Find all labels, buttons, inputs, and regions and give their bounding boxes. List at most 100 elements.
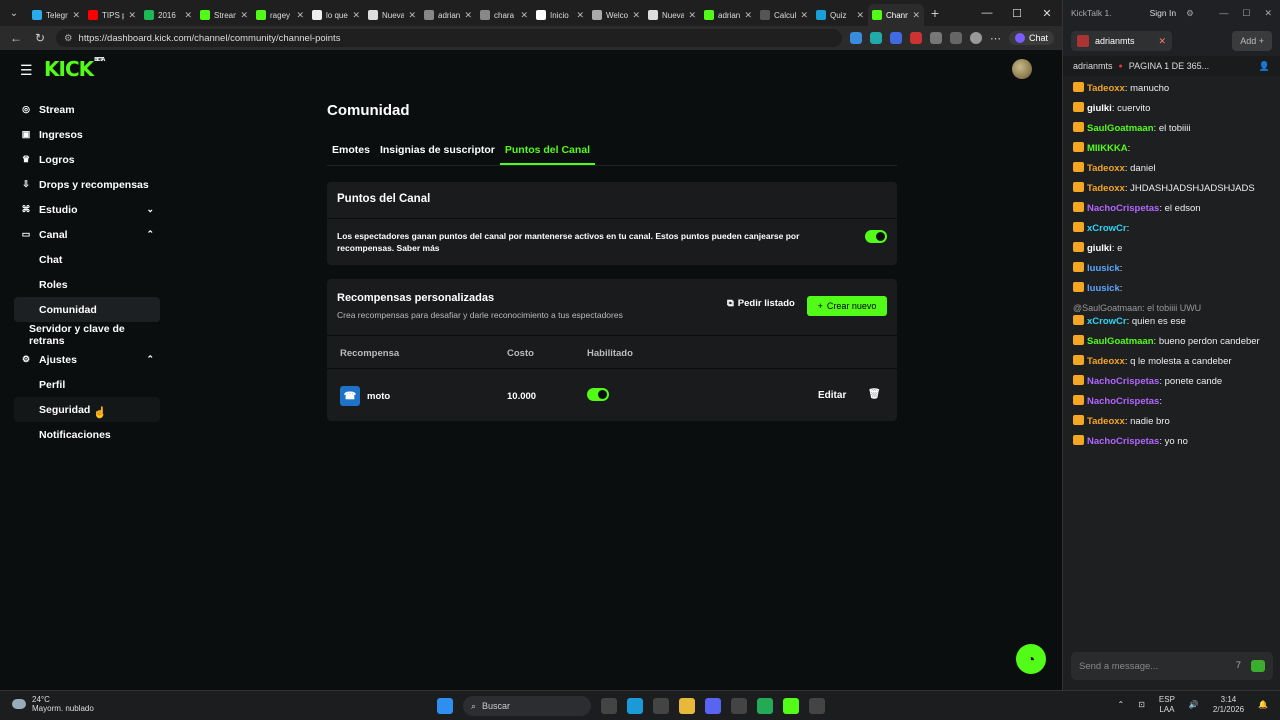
browser-tab[interactable]: chara ✕ <box>476 4 532 26</box>
tab-search-icon[interactable]: ⌄ <box>0 0 28 26</box>
minimize-icon[interactable]: — <box>972 7 1002 19</box>
kick-app-icon[interactable] <box>783 698 799 714</box>
close-tab-icon[interactable]: ✕ <box>1159 36 1167 47</box>
taskbar-search[interactable]: ⌕ Buscar <box>463 696 591 716</box>
sidebar-item-seguridad[interactable]: Seguridad <box>14 397 160 422</box>
windows-start-icon[interactable] <box>437 698 453 714</box>
reload-icon[interactable]: ↻ <box>32 31 48 45</box>
tab-close-icon[interactable]: ✕ <box>72 10 80 21</box>
chat-username[interactable]: xCrowCr <box>1087 223 1127 234</box>
chrome-icon[interactable] <box>731 698 747 714</box>
tab-close-icon[interactable]: ✕ <box>632 10 640 21</box>
sidebar-item-comunidad[interactable]: Comunidad <box>14 297 160 322</box>
notification-bell-icon[interactable]: 🔔 <box>1258 700 1268 710</box>
chat-username[interactable]: giulki <box>1087 103 1112 114</box>
browser-tab[interactable]: Welco ✕ <box>588 4 644 26</box>
volume-icon[interactable]: 🔊 <box>1189 700 1199 710</box>
tab-close-icon[interactable]: ✕ <box>128 10 136 21</box>
tab-close-icon[interactable]: ✕ <box>744 10 752 21</box>
network-icon[interactable]: ⊡ <box>1138 700 1145 710</box>
minimize-icon[interactable]: — <box>1219 8 1228 19</box>
user-avatar[interactable] <box>1012 59 1032 79</box>
chat-username[interactable]: Tadeoxx <box>1087 163 1125 174</box>
chat-username[interactable]: luusick <box>1087 263 1120 274</box>
chat-username[interactable]: MIIKKKA <box>1087 143 1128 154</box>
sidebar-item-chat[interactable]: Chat <box>14 247 160 272</box>
copilot-chat-button[interactable]: Chat <box>1008 31 1054 45</box>
tab-emotes[interactable]: Emotes <box>327 142 375 165</box>
browser-tab[interactable]: Chann ✕ <box>868 4 924 26</box>
browser-tab[interactable]: ragey ✕ <box>252 4 308 26</box>
chat-username[interactable]: NachoCrispetas <box>1087 203 1159 214</box>
extension-icon[interactable] <box>929 32 942 44</box>
tab-close-icon[interactable]: ✕ <box>240 10 248 21</box>
tab-close-icon[interactable]: ✕ <box>520 10 528 21</box>
site-info-icon[interactable]: ⚙ <box>64 33 73 44</box>
browser-tab[interactable]: Stream ✕ <box>196 4 252 26</box>
sidebar-item-ajustes[interactable]: ⚙ Ajustes ⌃ <box>14 347 160 372</box>
kick-logo[interactable]: KICKBETA <box>44 57 105 81</box>
clock[interactable]: 3:14 2/1/2026 <box>1213 695 1244 715</box>
chat-username[interactable]: giulki <box>1087 243 1112 254</box>
folder-icon[interactable] <box>679 698 695 714</box>
chat-username[interactable]: luusick <box>1087 283 1120 294</box>
tab-close-icon[interactable]: ✕ <box>408 10 416 21</box>
edit-button[interactable]: Editar <box>818 390 846 401</box>
sidebar-item-estudio[interactable]: ⌘ Estudio ⌄ <box>14 197 160 222</box>
7tv-emote-icon[interactable]: 7 <box>1236 660 1241 672</box>
add-channel-button[interactable]: Add + <box>1232 31 1272 51</box>
browser-tab[interactable]: TIPS p ✕ <box>84 4 140 26</box>
close-icon[interactable]: ✕ <box>1032 7 1062 20</box>
browser-tab[interactable]: adrian ✕ <box>420 4 476 26</box>
sidebar-item-servidor[interactable]: Servidor y clave de retrans <box>14 322 160 347</box>
tray-chevron-icon[interactable]: ⌃ <box>1118 700 1125 710</box>
sidebar-item-stream[interactable]: ◎ Stream <box>14 97 160 122</box>
sign-in-button[interactable]: Sign In <box>1150 8 1176 18</box>
browser-tab[interactable]: Telegr ✕ <box>28 4 84 26</box>
maximize-icon[interactable]: ☐ <box>1002 7 1032 20</box>
new-tab-button[interactable]: + <box>924 5 946 21</box>
back-icon[interactable]: ← <box>8 31 24 45</box>
delete-trash-icon[interactable]: 🗑 <box>868 389 881 400</box>
tab-close-icon[interactable]: ✕ <box>352 10 360 21</box>
chat-username[interactable]: NachoCrispetas <box>1087 436 1159 447</box>
store-icon[interactable] <box>653 698 669 714</box>
task-view-icon[interactable] <box>601 698 617 714</box>
browser-tab[interactable]: 2016 ✕ <box>140 4 196 26</box>
extension-icon[interactable] <box>889 32 902 44</box>
sidebar-item-drops[interactable]: ⇩ Drops y recompensas <box>14 172 160 197</box>
extension-icon[interactable] <box>949 32 962 44</box>
chat-username[interactable]: SaulGoatmaan <box>1087 336 1154 347</box>
profile-icon[interactable] <box>969 32 982 44</box>
tab-close-icon[interactable]: ✕ <box>296 10 304 21</box>
sidebar-item-perfil[interactable]: Perfil <box>14 372 160 397</box>
tab-close-icon[interactable]: ✕ <box>800 10 808 21</box>
language-indicator[interactable]: ESP LAA <box>1159 695 1175 715</box>
play-icon[interactable] <box>757 698 773 714</box>
extension-icon[interactable] <box>849 32 862 44</box>
hamburger-menu-icon[interactable]: ☰ <box>20 62 33 79</box>
menu-icon[interactable]: ⋯ <box>990 32 1001 45</box>
browser-tab[interactable]: Calcul ✕ <box>756 4 812 26</box>
tab-close-icon[interactable]: ✕ <box>464 10 472 21</box>
browser-tab[interactable]: lo que ✕ <box>308 4 364 26</box>
chat-username[interactable]: NachoCrispetas <box>1087 376 1159 387</box>
chat-username[interactable]: xCrowCr <box>1087 316 1127 327</box>
weather-widget[interactable]: 24°C Mayorm. nublado <box>12 695 94 713</box>
pedir-listado-button[interactable]: ⧉ Pedir listado <box>727 298 795 309</box>
discord-icon[interactable] <box>705 698 721 714</box>
url-field[interactable]: ⚙ https://dashboard.kick.com/channel/com… <box>56 29 842 47</box>
chat-username[interactable]: Tadeoxx <box>1087 416 1125 427</box>
channel-tab[interactable]: adrianmts ✕ <box>1071 31 1173 51</box>
tab-close-icon[interactable]: ✕ <box>576 10 584 21</box>
reward-enabled-toggle[interactable] <box>587 388 609 401</box>
support-chat-icon[interactable]: ◔ <box>1016 644 1046 674</box>
browser-tab[interactable]: Quiz ✕ <box>812 4 868 26</box>
sidebar-item-roles[interactable]: Roles <box>14 272 160 297</box>
chat-username[interactable]: Tadeoxx <box>1087 183 1125 194</box>
browser-tab[interactable]: Nueva ✕ <box>644 4 700 26</box>
chat-username[interactable]: Tadeoxx <box>1087 356 1125 367</box>
tab-insignias[interactable]: Insignias de suscriptor <box>375 142 500 165</box>
maximize-icon[interactable]: ☐ <box>1242 8 1250 19</box>
extension-icon[interactable] <box>869 32 882 44</box>
